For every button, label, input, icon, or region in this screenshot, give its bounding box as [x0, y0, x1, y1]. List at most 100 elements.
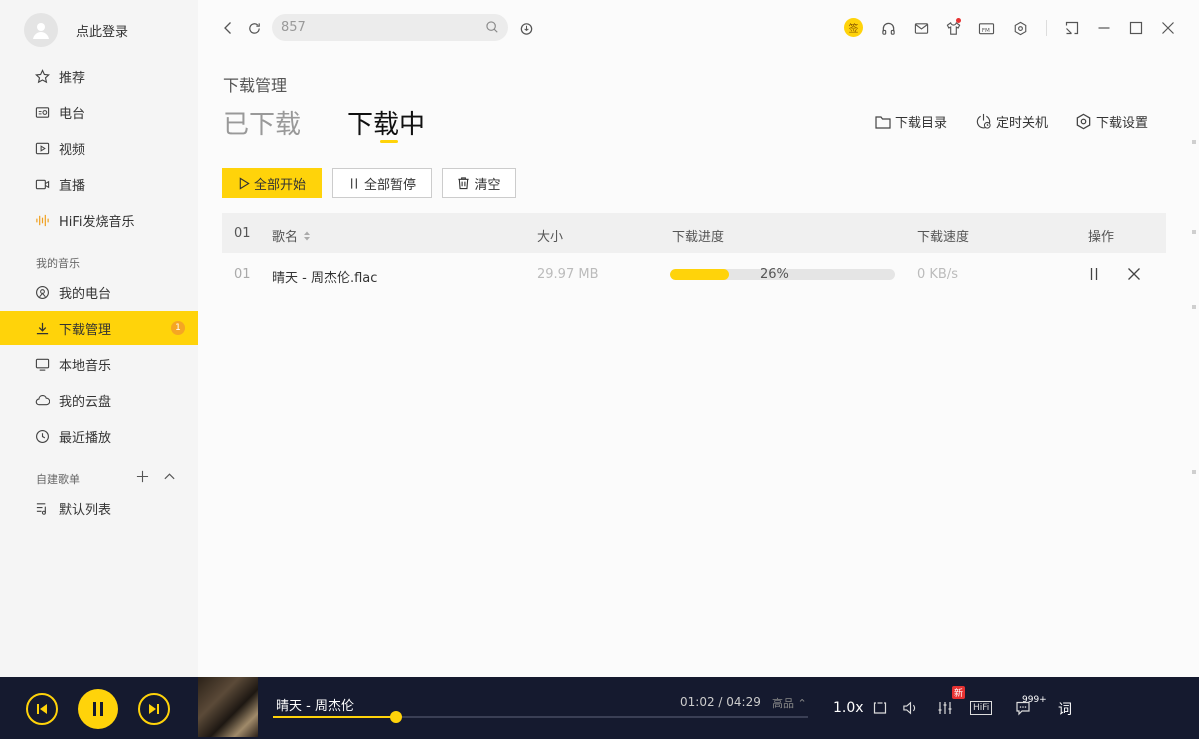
header-progress: 下载进度	[672, 230, 725, 245]
tab-downloading[interactable]: 下载中	[347, 104, 425, 141]
header-size: 大小	[537, 230, 564, 245]
minimize-icon[interactable]	[1095, 19, 1113, 37]
sidebar-item-my-radio[interactable]: 我的电台	[0, 275, 198, 309]
download-settings-button[interactable]: 下载设置	[1075, 112, 1148, 131]
chevron-up-icon: ⌃	[797, 697, 807, 710]
video-icon	[34, 140, 50, 156]
now-playing-title[interactable]: 晴天 - 周杰伦	[276, 695, 354, 714]
sidebar-item-recent[interactable]: 最近播放	[0, 419, 198, 453]
sidebar-item-label: 最近播放	[59, 430, 112, 446]
mail-icon[interactable]	[912, 19, 930, 37]
settings-icon[interactable]	[1011, 19, 1029, 37]
playback-speed[interactable]: 1.0x	[833, 700, 864, 716]
user-avatar-icon	[33, 23, 49, 39]
row-delete-icon[interactable]	[1127, 267, 1141, 281]
login-link[interactable]: 点此登录	[76, 21, 128, 40]
sidebar-item-default-list[interactable]: 默认列表	[0, 491, 198, 525]
search-input[interactable]	[281, 14, 481, 41]
playback-time: 01:02 / 04:29	[680, 695, 761, 709]
loop-icon[interactable]	[871, 699, 889, 717]
sort-icon[interactable]	[303, 230, 311, 242]
header-actions: 操作	[1088, 230, 1115, 245]
quality-selector[interactable]: 高品 ⌃	[772, 695, 807, 711]
headphones-icon[interactable]	[879, 19, 897, 37]
settings-hex-icon	[1075, 113, 1092, 130]
sidebar-item-cloud[interactable]: 我的云盘	[0, 383, 198, 417]
refresh-icon[interactable]	[245, 19, 263, 37]
sidebar-item-live[interactable]: 直播	[0, 167, 198, 201]
comment-count: 999+	[1022, 695, 1047, 705]
sidebar-item-label: 本地音乐	[59, 358, 112, 374]
download-icon	[34, 320, 50, 336]
timer-icon	[975, 113, 992, 130]
volume-icon[interactable]	[901, 699, 919, 717]
download-folder-button[interactable]: 下载目录	[875, 112, 947, 131]
cloud-icon	[34, 392, 50, 408]
playlist-icon	[34, 500, 50, 516]
pause-all-button[interactable]: 全部暂停	[332, 168, 432, 198]
next-button[interactable]	[138, 693, 170, 725]
active-tab-indicator	[380, 140, 398, 143]
collapse-icon[interactable]	[163, 470, 176, 483]
fm-icon[interactable]: FM	[977, 19, 995, 37]
pause-icon	[348, 177, 360, 190]
playback-progress-bar[interactable]	[273, 711, 808, 723]
search-icon[interactable]	[485, 20, 499, 34]
timed-shutdown-button[interactable]: 定时关机	[975, 112, 1048, 131]
sidebar-item-label: 直播	[59, 178, 86, 194]
download-progress-fill	[670, 269, 729, 280]
sidebar-item-local-music[interactable]: 本地音乐	[0, 347, 198, 381]
mini-mode-icon[interactable]	[1063, 19, 1081, 37]
clear-label: 清空	[474, 177, 501, 193]
row-song-name: 晴天 - 周杰伦.flac	[272, 271, 378, 286]
sidebar-item-video[interactable]: 视频	[0, 131, 198, 165]
playback-progress-knob[interactable]	[390, 711, 403, 723]
scroll-mark	[1192, 230, 1196, 234]
close-icon[interactable]	[1159, 19, 1177, 37]
sign-in-badge[interactable]: 签	[844, 18, 863, 37]
header-index: 01	[234, 226, 251, 241]
header-song-name[interactable]: 歌名	[272, 226, 311, 245]
equalizer-icon[interactable]	[936, 699, 954, 717]
sidebar-item-download-manager[interactable]: 下载管理 1	[0, 311, 198, 345]
live-icon	[34, 176, 50, 192]
album-cover[interactable]	[198, 677, 258, 737]
sidebar-item-label: 推荐	[59, 70, 86, 86]
pause-button[interactable]	[78, 689, 118, 729]
sidebar-item-hifi[interactable]: HiFi发烧音乐	[0, 203, 198, 237]
clock-icon	[34, 428, 50, 444]
sidebar-item-label: 视频	[59, 142, 86, 158]
quality-label: 高品	[772, 697, 794, 710]
trash-icon	[457, 176, 470, 190]
sidebar-item-label: HiFi发烧音乐	[59, 214, 135, 230]
sidebar-item-label: 电台	[59, 106, 86, 122]
add-playlist-icon[interactable]	[136, 470, 149, 483]
login-area[interactable]: 点此登录	[24, 10, 128, 50]
row-pause-icon[interactable]	[1088, 267, 1100, 281]
download-folder-label: 下载目录	[895, 116, 948, 131]
row-size: 29.97 MB	[537, 267, 599, 282]
sidebar-item-recommend[interactable]: 推荐	[0, 59, 198, 93]
sidebar-item-label: 默认列表	[59, 502, 112, 518]
table-row[interactable]: 01 晴天 - 周杰伦.flac 29.97 MB 26% 0 KB/s	[222, 256, 1166, 294]
back-icon[interactable]	[219, 19, 237, 37]
next-icon	[149, 704, 159, 714]
sidebar-item-label: 下载管理	[59, 322, 112, 338]
previous-button[interactable]	[26, 693, 58, 725]
lyrics-button[interactable]: 词	[1058, 699, 1072, 719]
row-speed: 0 KB/s	[917, 267, 958, 282]
radio-icon	[34, 104, 50, 120]
monitor-icon	[34, 356, 50, 372]
my-music-heading: 我的音乐	[36, 257, 80, 270]
clear-button[interactable]: 清空	[442, 168, 516, 198]
hifi-toggle[interactable]: HiFi	[970, 701, 993, 715]
avatar[interactable]	[24, 13, 58, 47]
maximize-icon[interactable]	[1127, 19, 1145, 37]
new-tag: 新	[952, 686, 966, 699]
sidebar-item-radio[interactable]: 电台	[0, 95, 198, 129]
start-all-button[interactable]: 全部开始	[222, 168, 322, 198]
voice-recognize-icon[interactable]	[517, 19, 535, 37]
notification-dot	[956, 18, 961, 23]
search-box	[272, 14, 508, 41]
tab-downloaded[interactable]: 已下载	[223, 104, 301, 141]
